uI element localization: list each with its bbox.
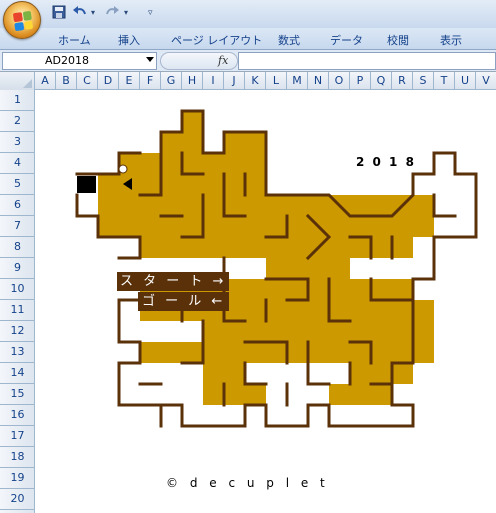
tab-review[interactable]: 校閲 [387,32,409,48]
maze-white-4 [350,258,392,279]
column-header-D[interactable]: D [98,72,119,90]
undo-dropdown-icon[interactable]: ▾ [91,5,95,21]
credit-text: © d e c u p l e t [166,476,329,490]
maze-wall-19 [243,361,268,386]
row-header-14[interactable]: 14 [0,363,35,384]
maze-white-1 [182,321,203,342]
year-label: 2 0 1 8 [356,155,416,169]
formula-bar: AD2018 fx [0,50,496,72]
row-header-5[interactable]: 5 [0,174,35,195]
worksheet: ABCDEFGHIJKLMNOPQRSTUV 1 2 3 4 5 6 7 8 9 10 11 12 13… [0,72,496,513]
row-header-4[interactable]: 4 [0,153,35,174]
column-header-O[interactable]: O [329,72,350,90]
row-header-19[interactable]: 19 [0,468,35,489]
maze-fill-7 [203,216,308,237]
column-header-P[interactable]: P [350,72,371,90]
undo-icon[interactable] [72,5,88,21]
maze-white-11 [98,237,140,258]
row-header-2[interactable]: 2 [0,111,35,132]
column-header-A[interactable]: A [35,72,56,90]
start-label: ス タ ー ト → [117,272,230,291]
column-header-R[interactable]: R [392,72,413,90]
redo-icon[interactable] [104,5,120,21]
maze-white-3 [161,384,203,405]
column-header-F[interactable]: F [140,72,161,90]
column-header-Q[interactable]: Q [371,72,392,90]
tab-view[interactable]: 表示 [440,32,462,48]
row-header-3[interactable]: 3 [0,132,35,153]
maze-white-10 [371,405,413,426]
tab-data[interactable]: データ [330,32,363,48]
column-header-I[interactable]: I [203,72,224,90]
maze-fill-1 [182,111,203,132]
maze-fill-17 [371,321,434,342]
column-header-G[interactable]: G [161,72,182,90]
goal-label: ゴ ー ル ← [138,292,230,311]
row-header-20[interactable]: 20 [0,489,35,510]
row-header-9[interactable]: 9 [0,258,35,279]
maze-fill-8 [119,237,413,258]
row-header-6[interactable]: 6 [0,195,35,216]
maze-fill-12 [140,342,224,363]
tab-page-layout[interactable]: ページ レイアウト [171,32,262,48]
excel-window: ▾ ▾ ▿ ホーム 挿入 ページ レイアウト 数式 データ 校閲 表示 AD20… [0,0,496,513]
row-header-17[interactable]: 17 [0,426,35,447]
column-header-J[interactable]: J [224,72,245,90]
row-header-15[interactable]: 15 [0,384,35,405]
tab-home[interactable]: ホーム [58,32,91,48]
column-header-V[interactable]: V [476,72,496,90]
name-box-dropdown-icon[interactable] [146,57,154,62]
column-header-U[interactable]: U [455,72,476,90]
maze-white-6 [434,195,455,258]
row-header-13[interactable]: 13 [0,342,35,363]
maze-fill-14 [203,363,245,384]
quick-access-toolbar: ▾ ▾ ▿ [0,0,496,28]
row-header-12[interactable]: 12 [0,321,35,342]
office-button-icon[interactable] [3,1,41,39]
column-header-K[interactable]: K [245,72,266,90]
ribbon-tabs: ホーム 挿入 ページ レイアウト 数式 データ 校閲 表示 [0,28,496,50]
column-header-M[interactable]: M [287,72,308,90]
row-header-1[interactable]: 1 [0,90,35,111]
maze-fill-15 [350,363,413,384]
row-header-8[interactable]: 8 [0,237,35,258]
name-box[interactable]: AD2018 [2,52,157,70]
column-header-C[interactable]: C [77,72,98,90]
dog-eye [118,164,128,174]
tab-formulas[interactable]: 数式 [278,32,300,48]
maze-fill-2 [203,153,224,174]
row-headers: 123456789101112131415161718192021 [0,90,35,513]
redo-dropdown-icon[interactable]: ▾ [124,5,128,21]
column-header-T[interactable]: T [434,72,455,90]
save-icon[interactable] [52,5,66,21]
customize-arrow-icon[interactable]: ▿ [148,5,153,21]
column-headers: ABCDEFGHIJKLMNOPQRSTUV [0,72,496,90]
row-header-7[interactable]: 7 [0,216,35,237]
maze-white-8 [182,405,245,426]
dog-nose [77,176,96,193]
column-header-B[interactable]: B [56,72,77,90]
column-header-N[interactable]: N [308,72,329,90]
function-icon[interactable]: fx [218,54,228,67]
row-header-11[interactable]: 11 [0,300,35,321]
row-header-18[interactable]: 18 [0,447,35,468]
column-header-L[interactable]: L [266,72,287,90]
column-header-E[interactable]: E [119,72,140,90]
dog-maze [75,109,478,428]
cell-grid[interactable]: 2 0 1 8 ス タ ー ト → ゴ ー ル ← © d e c u p l … [35,90,496,513]
column-header-H[interactable]: H [182,72,203,90]
tab-insert[interactable]: 挿入 [118,32,140,48]
select-all-icon[interactable] [0,72,35,90]
column-header-S[interactable]: S [413,72,434,90]
maze-white-5 [413,258,434,279]
maze-white-0 [140,321,182,342]
maze-white-9 [266,405,329,426]
maze-fill-18 [203,384,266,405]
row-header-16[interactable]: 16 [0,405,35,426]
formula-input[interactable] [238,52,496,70]
row-header-10[interactable]: 10 [0,279,35,300]
maze-fill-16 [329,384,392,405]
